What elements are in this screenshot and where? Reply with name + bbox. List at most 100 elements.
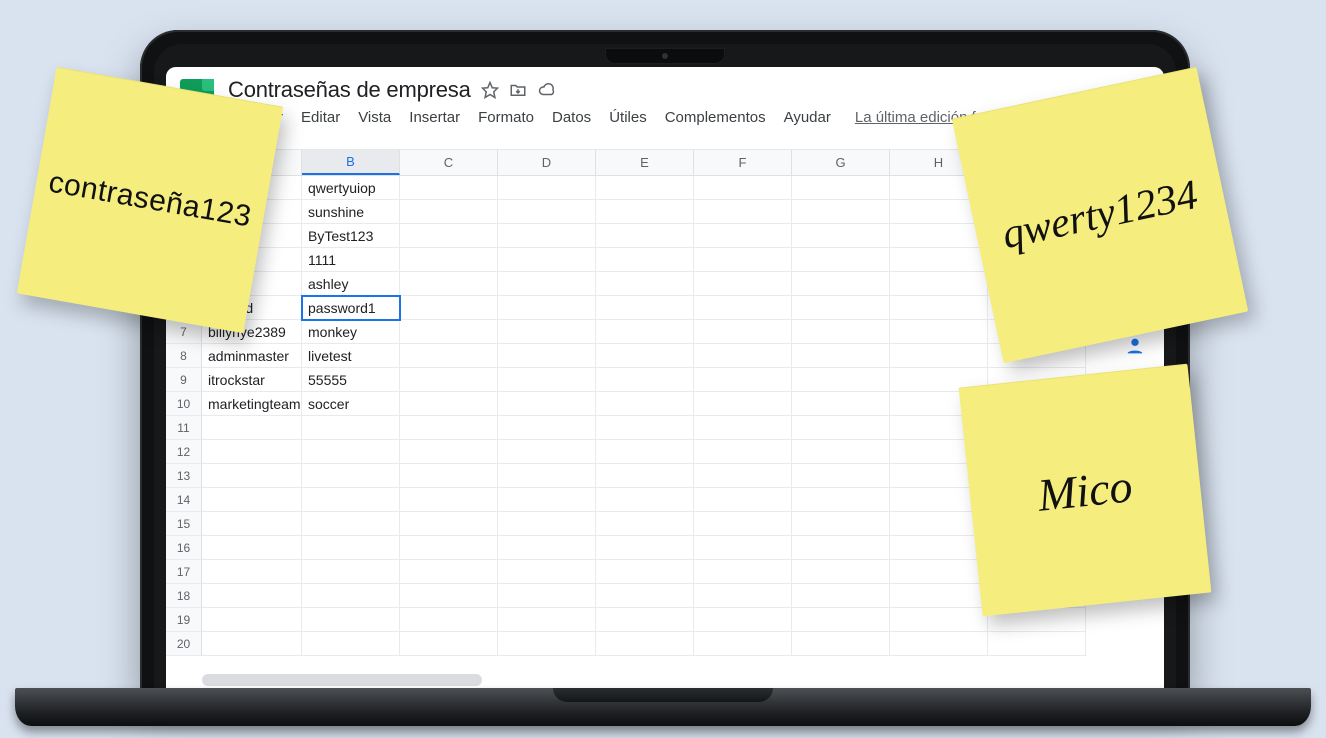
cell[interactable]	[400, 536, 498, 560]
cell[interactable]	[596, 272, 694, 296]
cell[interactable]	[890, 344, 988, 368]
cell[interactable]	[400, 488, 498, 512]
cell[interactable]	[694, 272, 792, 296]
cell[interactable]	[498, 272, 596, 296]
cell[interactable]	[792, 632, 890, 656]
cell[interactable]: 55555	[302, 368, 400, 392]
cell[interactable]	[596, 536, 694, 560]
row-number[interactable]: 18	[166, 584, 202, 608]
cell[interactable]: itrockstar	[202, 368, 302, 392]
cell[interactable]	[202, 488, 302, 512]
cell[interactable]	[202, 416, 302, 440]
row-number[interactable]: 11	[166, 416, 202, 440]
cell[interactable]	[694, 344, 792, 368]
cell[interactable]	[890, 536, 988, 560]
cell[interactable]	[302, 440, 400, 464]
row-number[interactable]: 14	[166, 488, 202, 512]
cell[interactable]	[400, 392, 498, 416]
cell[interactable]: livetest	[302, 344, 400, 368]
cell[interactable]	[202, 536, 302, 560]
cell[interactable]	[498, 536, 596, 560]
cell[interactable]	[498, 320, 596, 344]
document-title[interactable]: Contraseñas de empresa	[228, 77, 471, 103]
cell[interactable]	[400, 632, 498, 656]
cell[interactable]	[694, 320, 792, 344]
cell[interactable]	[400, 368, 498, 392]
cell[interactable]	[792, 536, 890, 560]
menu-ayudar[interactable]: Ayudar	[784, 109, 831, 126]
cell[interactable]	[302, 488, 400, 512]
cell[interactable]	[498, 488, 596, 512]
cell[interactable]	[498, 296, 596, 320]
cell[interactable]	[202, 512, 302, 536]
cell[interactable]	[400, 584, 498, 608]
cell[interactable]	[890, 320, 988, 344]
cell[interactable]	[694, 536, 792, 560]
cell[interactable]	[400, 344, 498, 368]
menu-insertar[interactable]: Insertar	[409, 109, 460, 126]
cell[interactable]	[400, 464, 498, 488]
cell[interactable]	[596, 200, 694, 224]
row-number[interactable]: 15	[166, 512, 202, 536]
cell[interactable]	[400, 176, 498, 200]
cell[interactable]	[400, 320, 498, 344]
cell[interactable]	[988, 632, 1086, 656]
cell[interactable]	[694, 488, 792, 512]
cell[interactable]	[596, 632, 694, 656]
cell[interactable]	[890, 584, 988, 608]
cell[interactable]	[890, 608, 988, 632]
horizontal-scrollbar[interactable]	[202, 674, 482, 686]
cell[interactable]	[400, 248, 498, 272]
cell[interactable]	[202, 584, 302, 608]
cell[interactable]	[792, 392, 890, 416]
cell[interactable]	[400, 200, 498, 224]
cell[interactable]	[202, 608, 302, 632]
cell[interactable]	[302, 608, 400, 632]
row-number[interactable]: 10	[166, 392, 202, 416]
cell[interactable]: 1111	[302, 248, 400, 272]
cell[interactable]	[694, 584, 792, 608]
cell[interactable]	[792, 608, 890, 632]
cell[interactable]	[400, 608, 498, 632]
cell[interactable]	[792, 464, 890, 488]
cell[interactable]	[302, 464, 400, 488]
row-number[interactable]: 17	[166, 560, 202, 584]
cell[interactable]: qwertyuiop	[302, 176, 400, 200]
cell[interactable]	[498, 392, 596, 416]
star-icon[interactable]	[481, 81, 499, 99]
cell[interactable]	[694, 632, 792, 656]
cell[interactable]	[596, 296, 694, 320]
cell[interactable]: ByTest123	[302, 224, 400, 248]
cell[interactable]	[792, 200, 890, 224]
cell[interactable]	[302, 560, 400, 584]
menu-editar[interactable]: Editar	[301, 109, 340, 126]
cell[interactable]	[596, 320, 694, 344]
cell[interactable]	[498, 248, 596, 272]
cell[interactable]	[596, 560, 694, 584]
cell[interactable]: sunshine	[302, 200, 400, 224]
cell[interactable]: monkey	[302, 320, 400, 344]
cell[interactable]	[694, 200, 792, 224]
active-cell[interactable]: password1	[302, 296, 400, 320]
col-header-b[interactable]: B	[302, 150, 400, 175]
menu-utiles[interactable]: Útiles	[609, 109, 647, 126]
cell[interactable]	[400, 440, 498, 464]
cell[interactable]	[792, 440, 890, 464]
contacts-icon[interactable]	[1124, 335, 1146, 357]
cell[interactable]	[694, 176, 792, 200]
cell[interactable]	[596, 392, 694, 416]
cell[interactable]	[498, 512, 596, 536]
cell[interactable]	[792, 416, 890, 440]
cell[interactable]	[400, 224, 498, 248]
cell[interactable]	[890, 632, 988, 656]
cell[interactable]: marketingteam	[202, 392, 302, 416]
cell[interactable]	[792, 272, 890, 296]
col-header-f[interactable]: F	[694, 150, 792, 175]
cell[interactable]	[400, 272, 498, 296]
cell[interactable]	[302, 512, 400, 536]
cell[interactable]	[694, 512, 792, 536]
cell[interactable]	[202, 560, 302, 584]
cell[interactable]	[202, 464, 302, 488]
cell[interactable]	[302, 584, 400, 608]
cell[interactable]	[498, 200, 596, 224]
